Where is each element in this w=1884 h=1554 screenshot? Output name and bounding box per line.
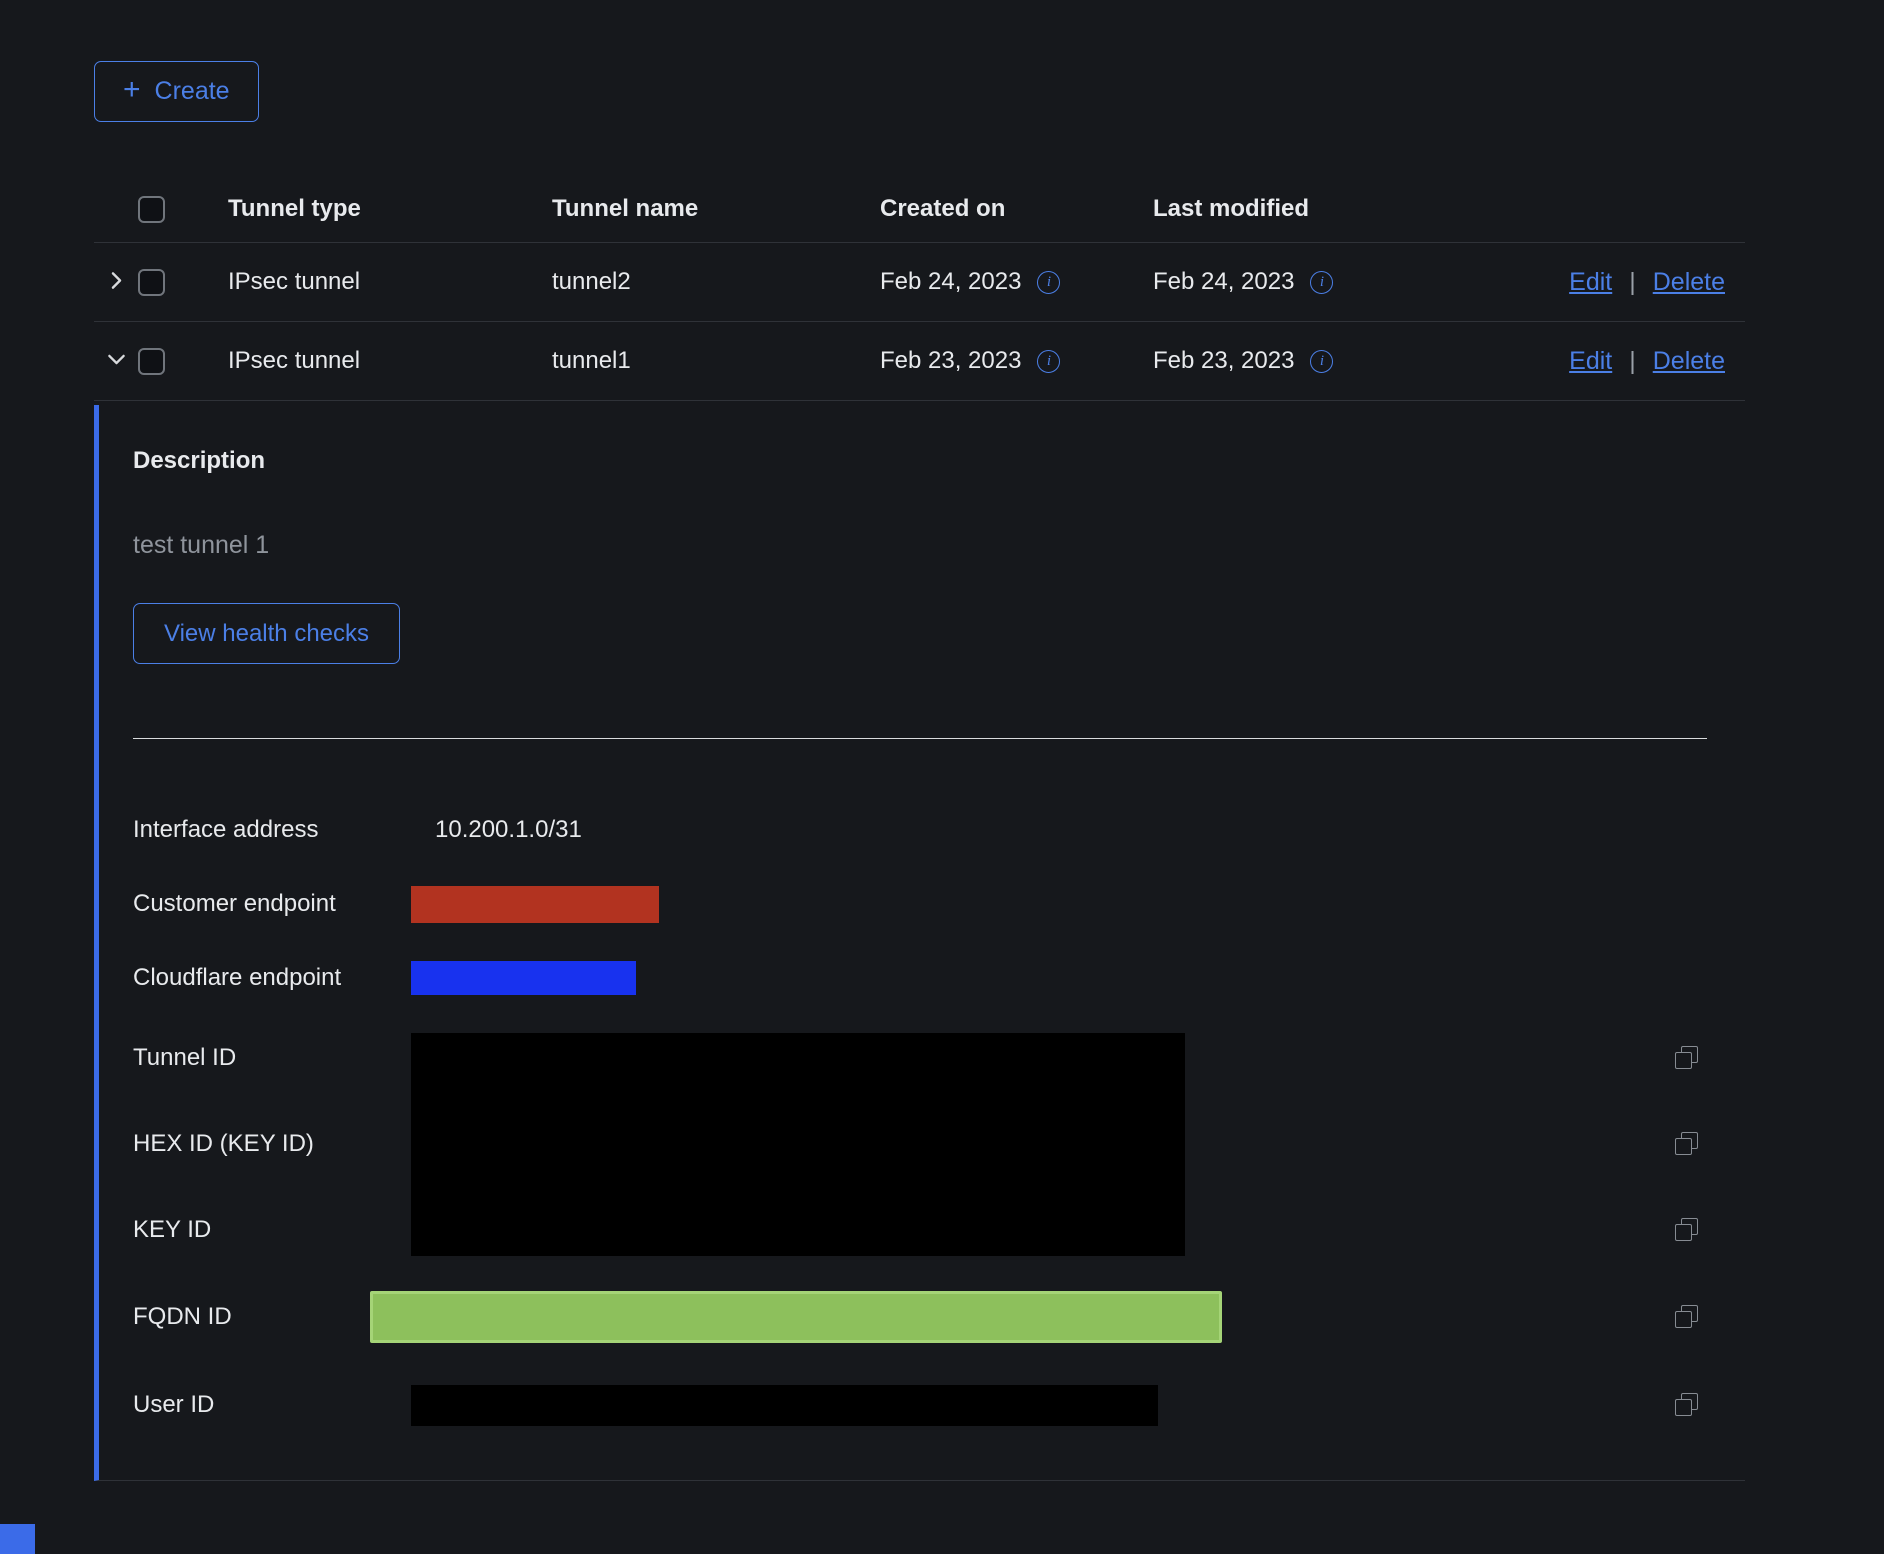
copy-hex-id-icon[interactable]: [1674, 1132, 1698, 1156]
field-label-user-id: User ID: [133, 1391, 411, 1419]
interface-address-value: 10.200.1.0/31: [411, 816, 1658, 844]
customer-endpoint-value-cell: [411, 886, 1658, 923]
page: + Create Tunnel type Tunnel name Created…: [0, 0, 1884, 1554]
description-label: Description: [133, 447, 1745, 475]
copy-user-id-icon[interactable]: [1674, 1393, 1698, 1417]
copy-tunnel-id-icon[interactable]: [1674, 1046, 1698, 1070]
row-actions: Edit | Delete: [1569, 347, 1745, 376]
description-value: test tunnel 1: [133, 531, 1745, 560]
delete-link[interactable]: Delete: [1653, 268, 1725, 297]
create-button-label: Create: [155, 77, 230, 106]
fqdn-id-value-cell: [411, 1291, 1658, 1343]
redacted-tunnel-id-block: [411, 1033, 1185, 1256]
field-label-hex-id: HEX ID (KEY ID): [133, 1130, 411, 1158]
section-divider: [133, 738, 1707, 739]
copy-key-id-icon[interactable]: [1674, 1218, 1698, 1242]
row-checkbox-cell: [138, 348, 208, 375]
field-label-interface-address: Interface address: [133, 816, 411, 844]
row-checkbox-cell: [138, 269, 208, 296]
action-separator: |: [1629, 347, 1636, 376]
chevron-down-icon: [107, 350, 126, 372]
redacted-user-id: [411, 1385, 1158, 1426]
user-id-value-cell: [411, 1385, 1658, 1426]
cell-created-on: Feb 23, 2023 i: [880, 347, 1153, 375]
cell-tunnel-type: IPsec tunnel: [208, 268, 552, 296]
chevron-right-icon: [107, 271, 126, 293]
field-label-tunnel-id: Tunnel ID: [133, 1044, 411, 1072]
last-modified-date: Feb 23, 2023: [1153, 347, 1294, 375]
delete-link[interactable]: Delete: [1653, 347, 1725, 376]
table-header: Tunnel type Tunnel name Created on Last …: [94, 176, 1745, 243]
cell-tunnel-type: IPsec tunnel: [208, 347, 552, 375]
corner-artifact: [0, 1524, 35, 1554]
table-row: IPsec tunnel tunnel2 Feb 24, 2023 i Feb …: [94, 243, 1745, 322]
table-row: IPsec tunnel tunnel1 Feb 23, 2023 i Feb …: [94, 322, 1745, 401]
select-all-checkbox[interactable]: [138, 196, 165, 223]
column-header-created-on: Created on: [880, 195, 1153, 223]
redacted-customer-endpoint: [411, 886, 659, 923]
tunnels-table: Tunnel type Tunnel name Created on Last …: [94, 176, 1745, 401]
info-icon[interactable]: i: [1037, 271, 1060, 294]
row-expander-cell: [94, 343, 138, 379]
row-checkbox[interactable]: [138, 269, 165, 296]
edit-link[interactable]: Edit: [1569, 268, 1612, 297]
cell-created-on: Feb 24, 2023 i: [880, 268, 1153, 296]
plus-icon: +: [123, 75, 141, 105]
row-actions: Edit | Delete: [1569, 268, 1745, 297]
create-button[interactable]: + Create: [94, 61, 259, 122]
cell-tunnel-name: tunnel2: [552, 268, 880, 296]
expand-row-button[interactable]: [98, 264, 134, 300]
view-health-checks-button[interactable]: View health checks: [133, 603, 400, 664]
cell-last-modified: Feb 23, 2023 i: [1153, 347, 1569, 375]
edit-link[interactable]: Edit: [1569, 347, 1612, 376]
cell-tunnel-name: tunnel1: [552, 347, 880, 375]
column-header-tunnel-name: Tunnel name: [552, 195, 880, 223]
info-icon[interactable]: i: [1037, 350, 1060, 373]
action-separator: |: [1629, 268, 1636, 297]
row-checkbox[interactable]: [138, 348, 165, 375]
column-header-last-modified: Last modified: [1153, 195, 1725, 223]
details-grid: Interface address 10.200.1.0/31 Customer…: [133, 793, 1698, 1449]
info-icon[interactable]: i: [1310, 271, 1333, 294]
last-modified-date: Feb 24, 2023: [1153, 268, 1294, 296]
field-label-customer-endpoint: Customer endpoint: [133, 890, 411, 918]
collapse-row-button[interactable]: [98, 343, 134, 379]
column-header-tunnel-type: Tunnel type: [208, 195, 552, 223]
cell-last-modified: Feb 24, 2023 i: [1153, 268, 1569, 296]
cloudflare-endpoint-value-cell: [411, 961, 1658, 995]
header-checkbox-cell: [138, 196, 208, 223]
created-on-date: Feb 24, 2023: [880, 268, 1021, 296]
info-icon[interactable]: i: [1310, 350, 1333, 373]
expanded-panel: Description test tunnel 1 View health ch…: [94, 405, 1745, 1481]
row-expander-cell: [94, 264, 138, 300]
field-label-cloudflare-endpoint: Cloudflare endpoint: [133, 964, 411, 992]
copy-fqdn-id-icon[interactable]: [1674, 1305, 1698, 1329]
field-label-key-id: KEY ID: [133, 1216, 411, 1244]
redacted-cloudflare-endpoint: [411, 961, 636, 995]
created-on-date: Feb 23, 2023: [880, 347, 1021, 375]
redacted-fqdn-id: [370, 1291, 1222, 1343]
